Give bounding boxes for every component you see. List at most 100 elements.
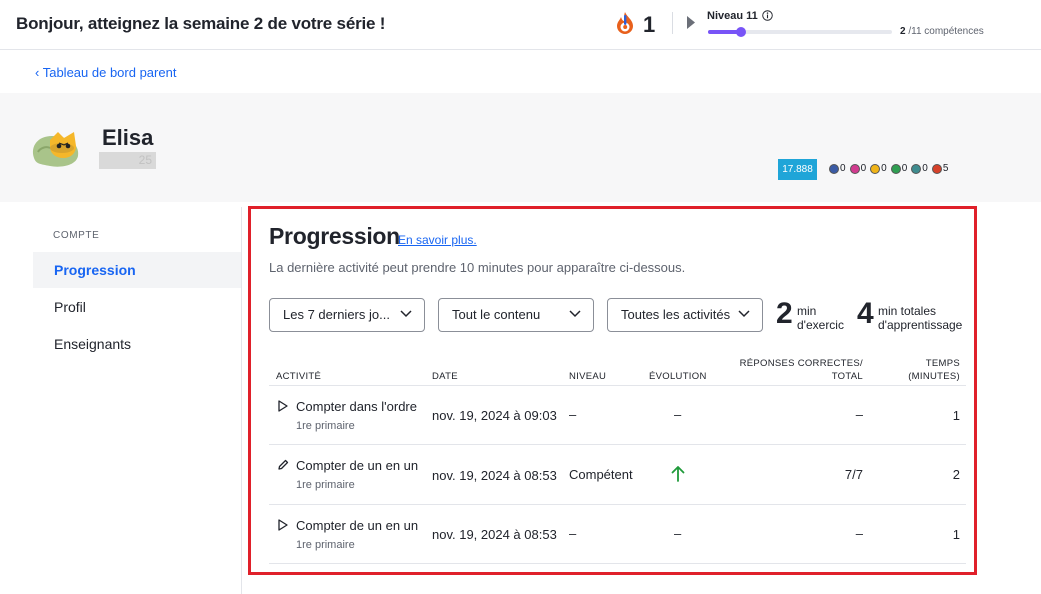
streak-flame-icon[interactable]	[614, 11, 636, 35]
red-badge-icon	[931, 163, 942, 174]
activity-name[interactable]: Compter de un en un	[296, 518, 418, 533]
sidebar-item-enseignants[interactable]: Enseignants	[33, 326, 241, 362]
chevron-down-icon	[569, 310, 581, 318]
total-minutes-caption: d'apprentissage	[878, 318, 963, 332]
column-header-activity: ACTIVITÉ	[276, 371, 322, 382]
total-minutes-label: min totales d'apprentissage	[878, 304, 962, 332]
back-to-parent-dashboard-link[interactable]: ‹ Tableau de bord parent	[35, 65, 176, 80]
table-header-divider	[269, 385, 966, 386]
activity-time: 1	[952, 527, 960, 542]
badge-count-item: 0	[890, 163, 908, 174]
column-header-correct-line1: RÉPONSES CORRECTES/	[739, 358, 863, 369]
blue-badge-icon	[829, 163, 839, 174]
pink-badge-icon	[849, 163, 860, 174]
learn-more-link[interactable]: En savoir plus.	[398, 233, 477, 247]
activity-grade: 1re primaire	[296, 479, 355, 491]
activity-type-select[interactable]: Toutes les activités	[607, 298, 763, 332]
chevron-down-icon	[738, 310, 750, 318]
badge-count: 0	[901, 163, 908, 174]
exercise-minutes-label: min d'exercic	[797, 304, 844, 332]
teal-badge-icon	[911, 163, 922, 174]
page-title: Progression	[269, 223, 400, 249]
up-arrow-icon	[671, 466, 685, 482]
sidebar-item-profil[interactable]: Profil	[33, 289, 241, 325]
badge-count-item: 0	[829, 163, 846, 174]
activity-time: 2	[952, 467, 960, 482]
profile-name: Elisa	[102, 125, 154, 150]
badge-count: 0	[840, 163, 846, 174]
sidebar-item-progression[interactable]: Progression	[33, 252, 241, 288]
column-header-level: NIVEAU	[569, 371, 607, 382]
sidebar-heading: COMPTE	[53, 230, 100, 241]
play-icon	[278, 400, 288, 412]
exercise-minutes-unit: min	[797, 304, 817, 318]
row-divider	[269, 504, 966, 505]
total-minutes-unit: min totales	[878, 304, 937, 318]
activity-date: nov. 19, 2024 à 08:53	[432, 468, 557, 483]
profile-header	[0, 93, 1041, 202]
activity-date: nov. 19, 2024 à 08:53	[432, 527, 557, 542]
level-expand-toggle[interactable]	[672, 12, 695, 34]
badge-count-item: 0	[911, 163, 928, 174]
page-subtitle: La dernière activité peut prendre 10 min…	[269, 260, 686, 275]
activity-name[interactable]: Compter dans l'ordre	[296, 399, 417, 414]
column-header-time-line1: TEMPS	[925, 358, 960, 369]
activity-correct: 7/7	[844, 467, 863, 482]
badge-count-item: 0	[870, 163, 887, 174]
column-header-time-line2: (MINUTES)	[908, 371, 960, 382]
activity-level: –	[569, 526, 577, 541]
activity-grade: 1re primaire	[296, 420, 355, 432]
total-minutes-value: 4	[857, 297, 874, 330]
content-value: Tout le contenu	[452, 307, 541, 322]
activity-evolution: –	[674, 407, 682, 422]
activity-grade: 1re primaire	[296, 539, 355, 551]
username-redacted: 25	[99, 152, 156, 169]
level-label: Niveau 11	[707, 10, 758, 22]
activity-date: nov. 19, 2024 à 09:03	[432, 408, 557, 423]
caret-right-icon	[687, 16, 695, 29]
activity-correct: –	[855, 526, 863, 541]
exercise-minutes-value: 2	[776, 297, 793, 330]
column-header-correct: RÉPONSES CORRECTES/TOTAL	[720, 357, 863, 383]
activity-type-value: Toutes les activités	[621, 307, 731, 322]
energy-points-badge: 17.888	[778, 159, 817, 180]
level-progress-knob	[736, 27, 747, 37]
activity-evolution: –	[674, 526, 682, 541]
column-header-time: TEMPS (MINUTES)	[880, 357, 960, 383]
activity-level: Compétent	[569, 467, 633, 482]
back-link-label: Tableau de bord parent	[42, 65, 177, 80]
column-header-evolution: ÉVOLUTION	[649, 371, 707, 382]
date-range-select[interactable]: Les 7 derniers jo...	[269, 298, 425, 332]
greeting-text: Bonjour, atteignez la semaine 2 de votre…	[16, 14, 386, 33]
badge-count: 0	[922, 163, 928, 174]
activity-name[interactable]: Compter de un en un	[296, 458, 418, 473]
chevron-down-icon	[400, 310, 412, 318]
badge-count-item: 0	[849, 163, 867, 174]
row-divider	[269, 563, 966, 564]
skills-total: /11 compétences	[908, 26, 984, 37]
skills-done: 2	[900, 26, 906, 37]
yellow-badge-icon	[870, 163, 881, 174]
top-bar: Bonjour, atteignez la semaine 2 de votre…	[0, 0, 1041, 50]
pencil-icon	[278, 459, 289, 470]
badge-count: 5	[942, 163, 949, 174]
activity-level: –	[569, 407, 577, 422]
skills-count: 2 /11 compétences	[900, 26, 984, 37]
column-header-date: DATE	[432, 371, 458, 382]
info-icon[interactable]	[762, 10, 773, 21]
activity-time: 1	[952, 408, 960, 423]
level-progress-bar	[708, 27, 892, 37]
badge-count-item: 5	[931, 163, 949, 174]
badge-count: 0	[881, 163, 887, 174]
column-header-correct-line2: TOTAL	[831, 371, 863, 382]
sidebar-divider	[241, 207, 242, 594]
row-divider	[269, 444, 966, 445]
exercise-minutes-caption: d'exercic	[797, 318, 844, 332]
avatar[interactable]	[30, 128, 82, 168]
play-icon	[278, 519, 288, 531]
activity-correct: –	[855, 407, 863, 422]
badge-counts: 0 0 0 0 0 5	[829, 163, 950, 174]
badge-count: 0	[860, 163, 867, 174]
content-select[interactable]: Tout le contenu	[438, 298, 594, 332]
green-badge-icon	[890, 163, 901, 174]
